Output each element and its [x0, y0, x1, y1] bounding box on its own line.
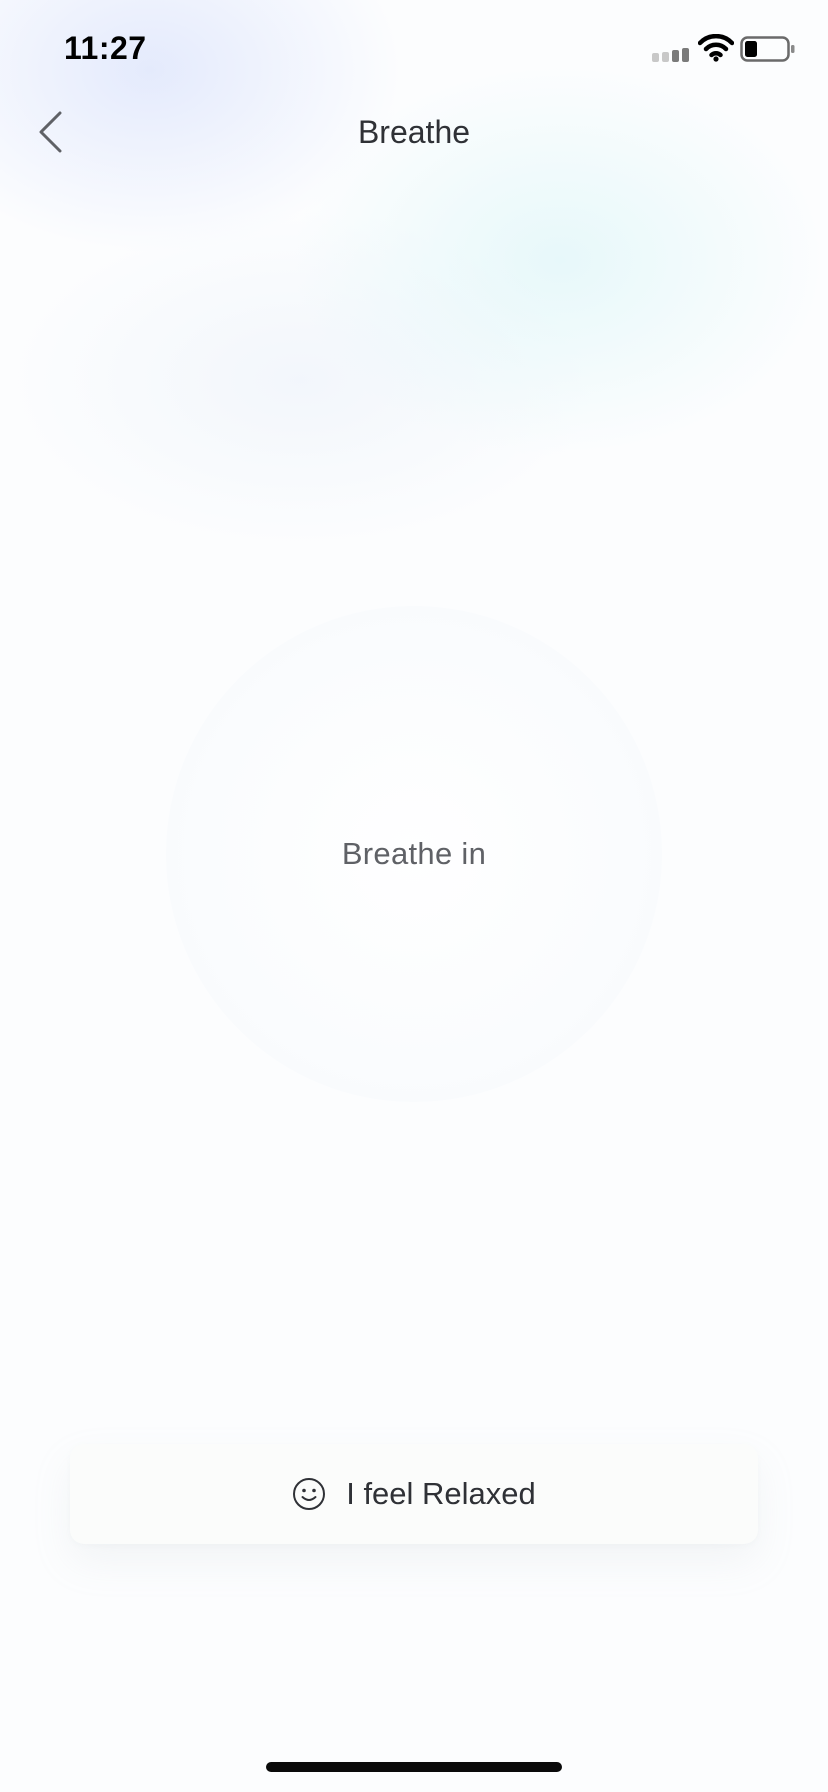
feel-relaxed-label: I feel Relaxed	[346, 1476, 536, 1511]
home-indicator	[266, 1762, 562, 1772]
breathing-circle: Breathe in	[166, 606, 662, 1102]
cellular-signal-icon	[652, 48, 689, 62]
smile-icon	[293, 1478, 326, 1510]
wifi-icon	[698, 34, 734, 62]
page-title: Breathe	[357, 114, 471, 150]
battery-icon	[740, 36, 795, 62]
navigation-bar: Breathe	[0, 96, 828, 168]
breathing-instruction: Breathe in	[341, 836, 487, 871]
feel-relaxed-button[interactable]: I feel Relaxed	[70, 1444, 758, 1544]
status-time: 11:27	[64, 30, 147, 66]
status-bar: 11:27	[0, 0, 828, 96]
